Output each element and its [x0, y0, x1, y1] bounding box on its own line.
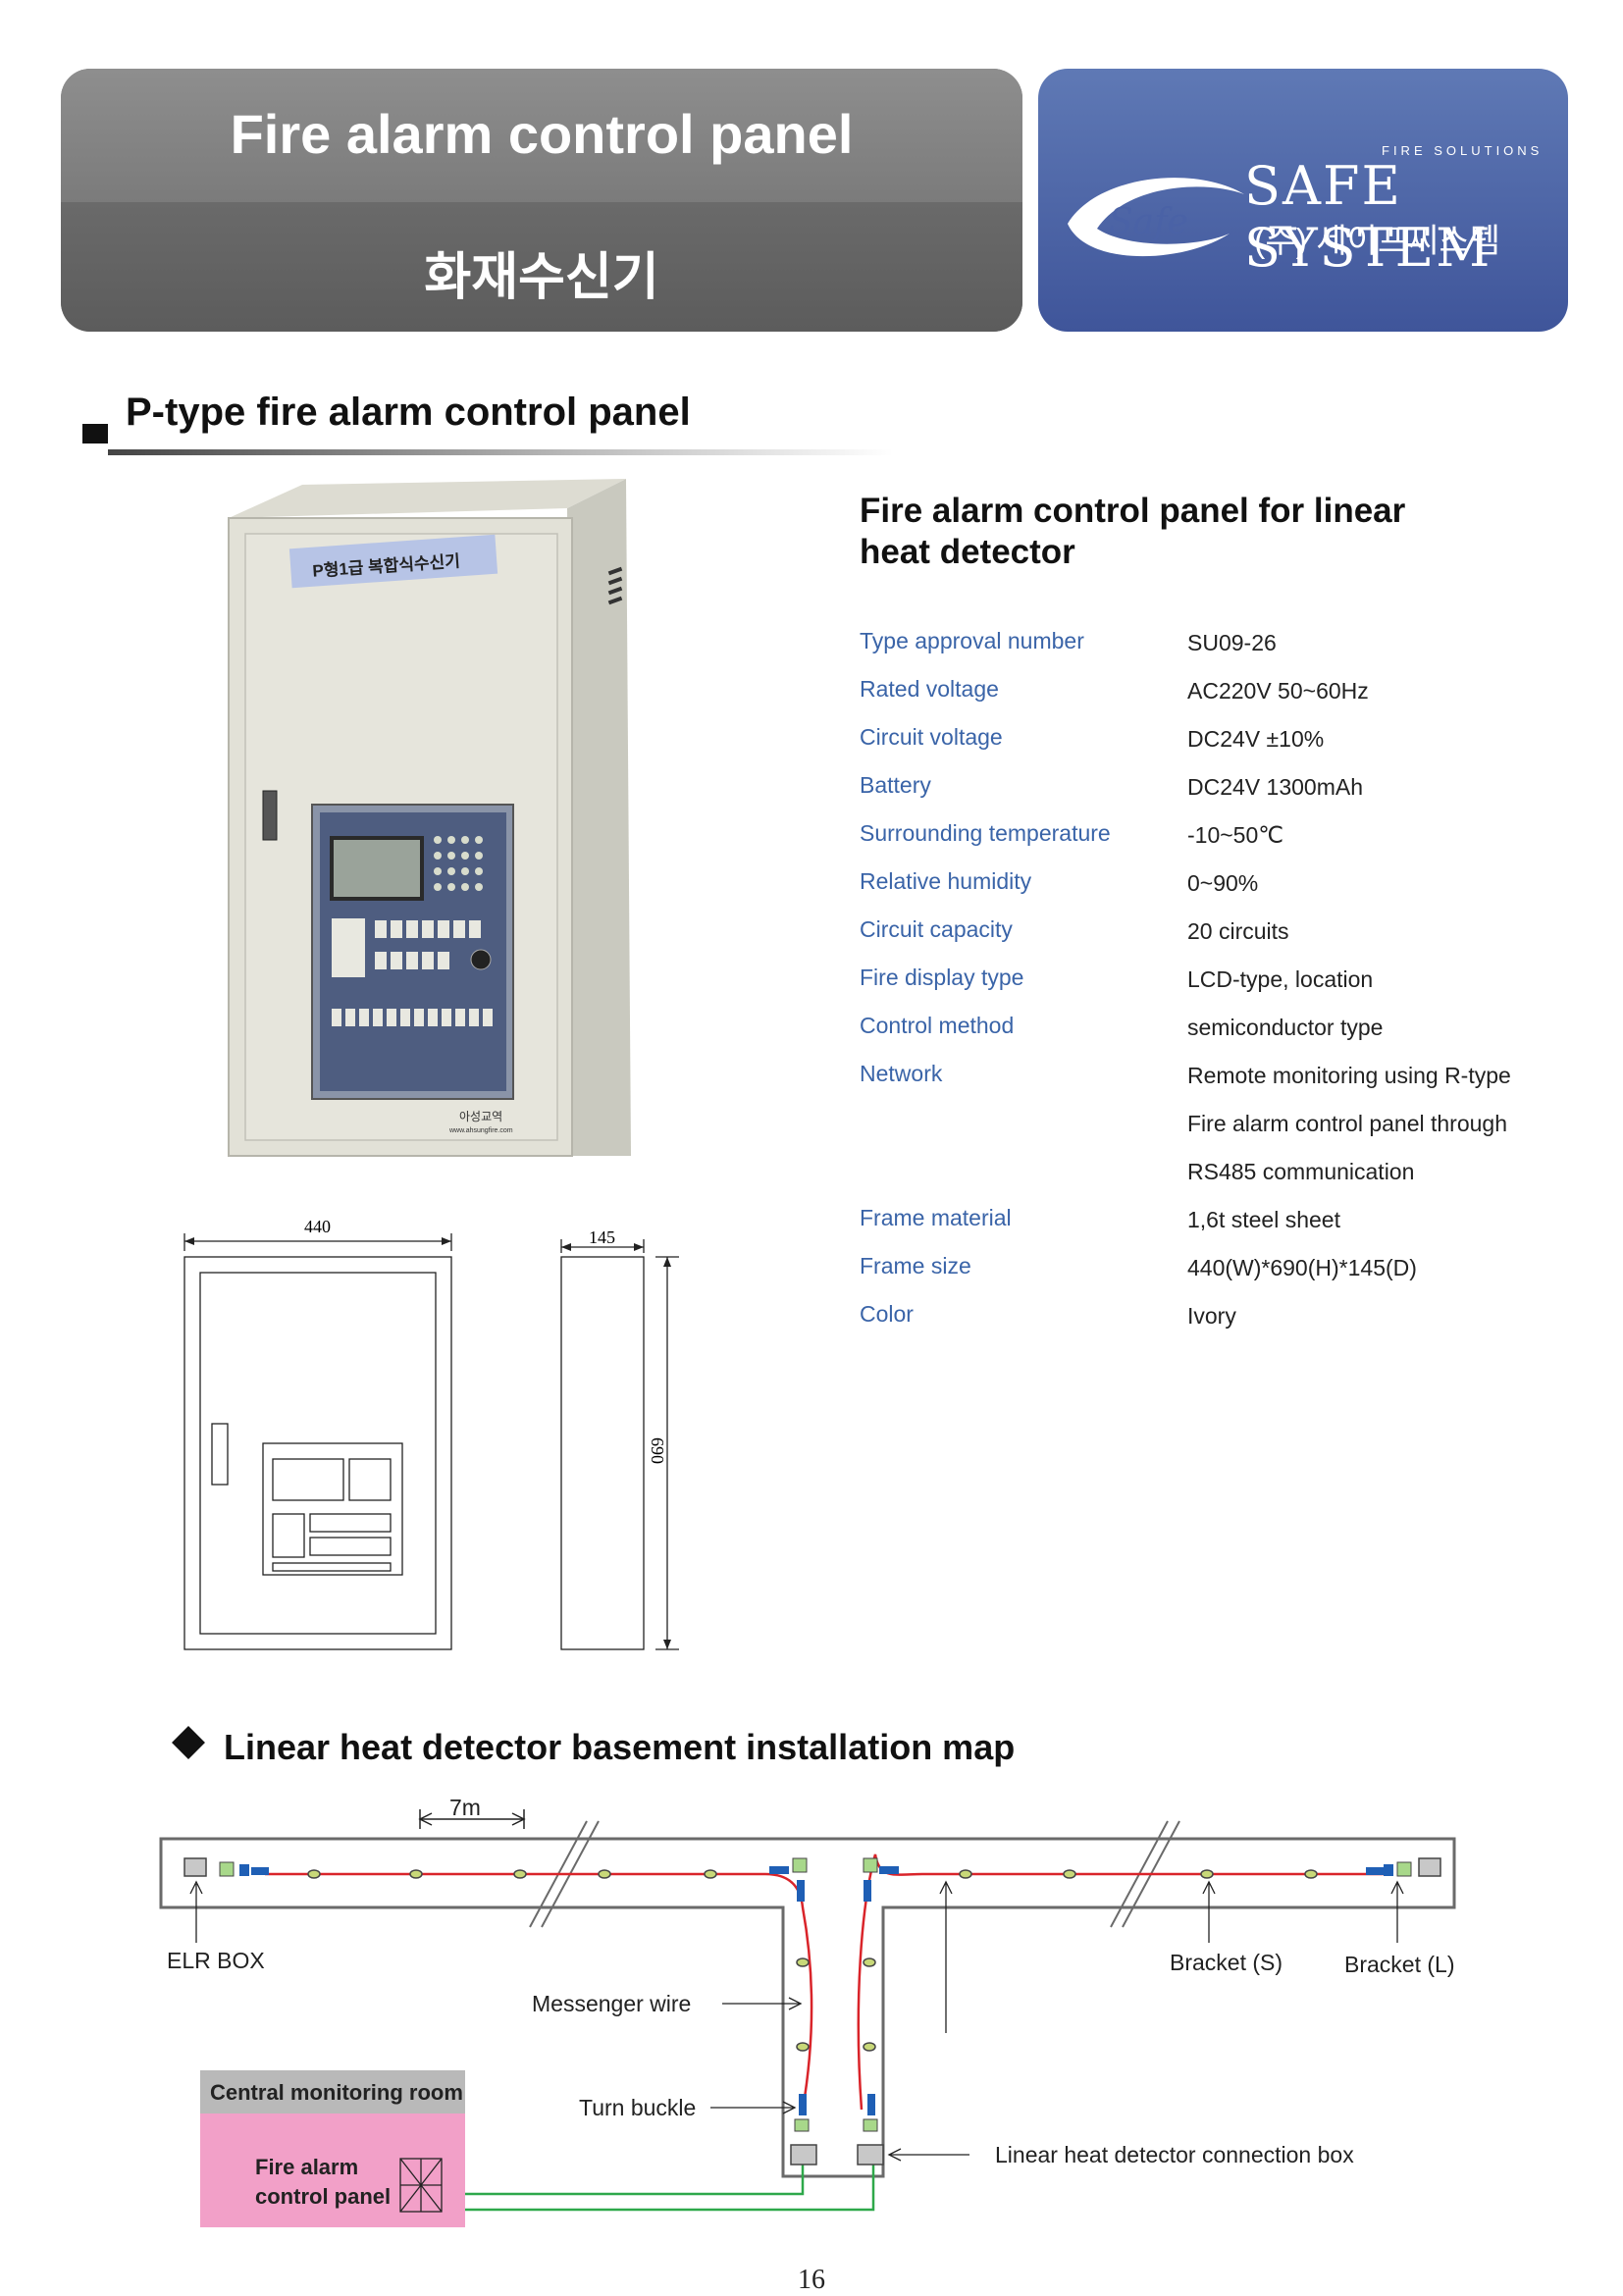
spec-value: AC220V 50~60Hz: [1187, 678, 1369, 704]
control-panel-icon: [399, 2158, 443, 2213]
safe-swoosh-logo: Safe: [1068, 178, 1244, 257]
dim-height: 690: [648, 1437, 667, 1464]
spec-value: 1,6t steel sheet: [1187, 1207, 1340, 1232]
title-banner: Fire alarm control panel 화재수신기: [61, 69, 1022, 332]
logo-korean-name: (주) 세이프씨스템: [1254, 223, 1501, 260]
dimension-drawing: 440 145 690: [183, 1217, 679, 1650]
spec-value: -10~50℃: [1187, 822, 1284, 848]
dim-width: 440: [304, 1217, 331, 1236]
spec-value: 440(W)*690(H)*145(D): [1187, 1255, 1417, 1280]
section-marker: [82, 424, 108, 444]
spec-label: Circuit voltage: [860, 724, 1003, 750]
spec-label: Battery: [860, 772, 931, 798]
spec-value: 20 circuits: [1187, 918, 1289, 944]
panel-url: www.ahsungfire.com: [448, 1127, 513, 1134]
bracket-s-label: Bracket (S): [1170, 1950, 1283, 1975]
spacing-label: 7m: [449, 1795, 481, 1820]
panel-brand: 아성교역: [459, 1110, 502, 1123]
spec-label: Circuit capacity: [860, 916, 1013, 942]
spec-value-cont: Fire alarm control panel through: [1187, 1111, 1507, 1136]
central-room-label: Central monitoring room: [210, 2080, 463, 2105]
spec-label: Frame size: [860, 1253, 971, 1278]
central-room-body: [200, 2113, 465, 2227]
spec-label: Frame material: [860, 1205, 1012, 1230]
spec-value-cont: RS485 communication: [1187, 1159, 1415, 1184]
map-title: Linear heat detector basement installati…: [224, 1727, 1016, 1767]
elr-box-label: ELR BOX: [167, 1948, 265, 1973]
messenger-wire-label: Messenger wire: [532, 1991, 691, 2016]
spec-label: Control method: [860, 1013, 1015, 1038]
spec-label: Type approval number: [860, 628, 1084, 653]
spec-value: Ivory: [1187, 1303, 1236, 1329]
signal-cable: [461, 2165, 875, 2212]
connection-box-label: Linear heat detector connection box: [995, 2142, 1354, 2167]
central-room-header: [200, 2070, 465, 2113]
spec-value: LCD-type, location: [1187, 966, 1374, 992]
spec-label: Network: [860, 1061, 943, 1086]
spec-label: Color: [860, 1301, 914, 1327]
spec-value: DC24V ±10%: [1187, 726, 1325, 752]
spec-label: Surrounding temperature: [860, 820, 1111, 846]
page-number: 16: [798, 2265, 825, 2295]
page-subtitle: 화재수신기: [424, 249, 659, 306]
section-title: P-type fire alarm control panel: [126, 391, 691, 434]
spec-title-line2: heat detector: [860, 533, 1075, 571]
dim-depth: 145: [589, 1227, 615, 1247]
panel-line2: control panel: [255, 2184, 391, 2209]
panel-line1: Fire alarm: [255, 2155, 358, 2179]
spec-label: Fire display type: [860, 965, 1024, 990]
spec-label: Rated voltage: [860, 676, 999, 702]
spec-value: SU09-26: [1187, 630, 1277, 655]
spec-label: Relative humidity: [860, 868, 1032, 894]
spec-title-line1: Fire alarm control panel for linear: [860, 492, 1406, 530]
spec-value: semiconductor type: [1187, 1015, 1384, 1040]
section-underline: [108, 449, 893, 455]
linear-heat-detector-cable: [265, 1853, 1393, 2111]
logo-badge-text: Safe: [1109, 202, 1188, 242]
spec-title: Fire alarm control panel for linear heat…: [860, 491, 1488, 573]
turn-buckle-label: Turn buckle: [579, 2095, 696, 2120]
spec-value: 0~90%: [1187, 870, 1259, 896]
spec-value: DC24V 1300mAh: [1187, 774, 1363, 800]
product-photo: P형1급 복합식수신기 아성교역 www.ahsungfire.com: [228, 479, 631, 1157]
page-title: Fire alarm control panel: [230, 103, 854, 165]
logo-banner: Safe FIRE SOLUTIONS SAFE SYSTEM (주) 세이프씨…: [1038, 69, 1568, 332]
bracket-l-label: Bracket (L): [1344, 1952, 1454, 1977]
spec-value: Remote monitoring using R-type: [1187, 1063, 1511, 1088]
map-diamond-bullet: [172, 1726, 205, 1759]
